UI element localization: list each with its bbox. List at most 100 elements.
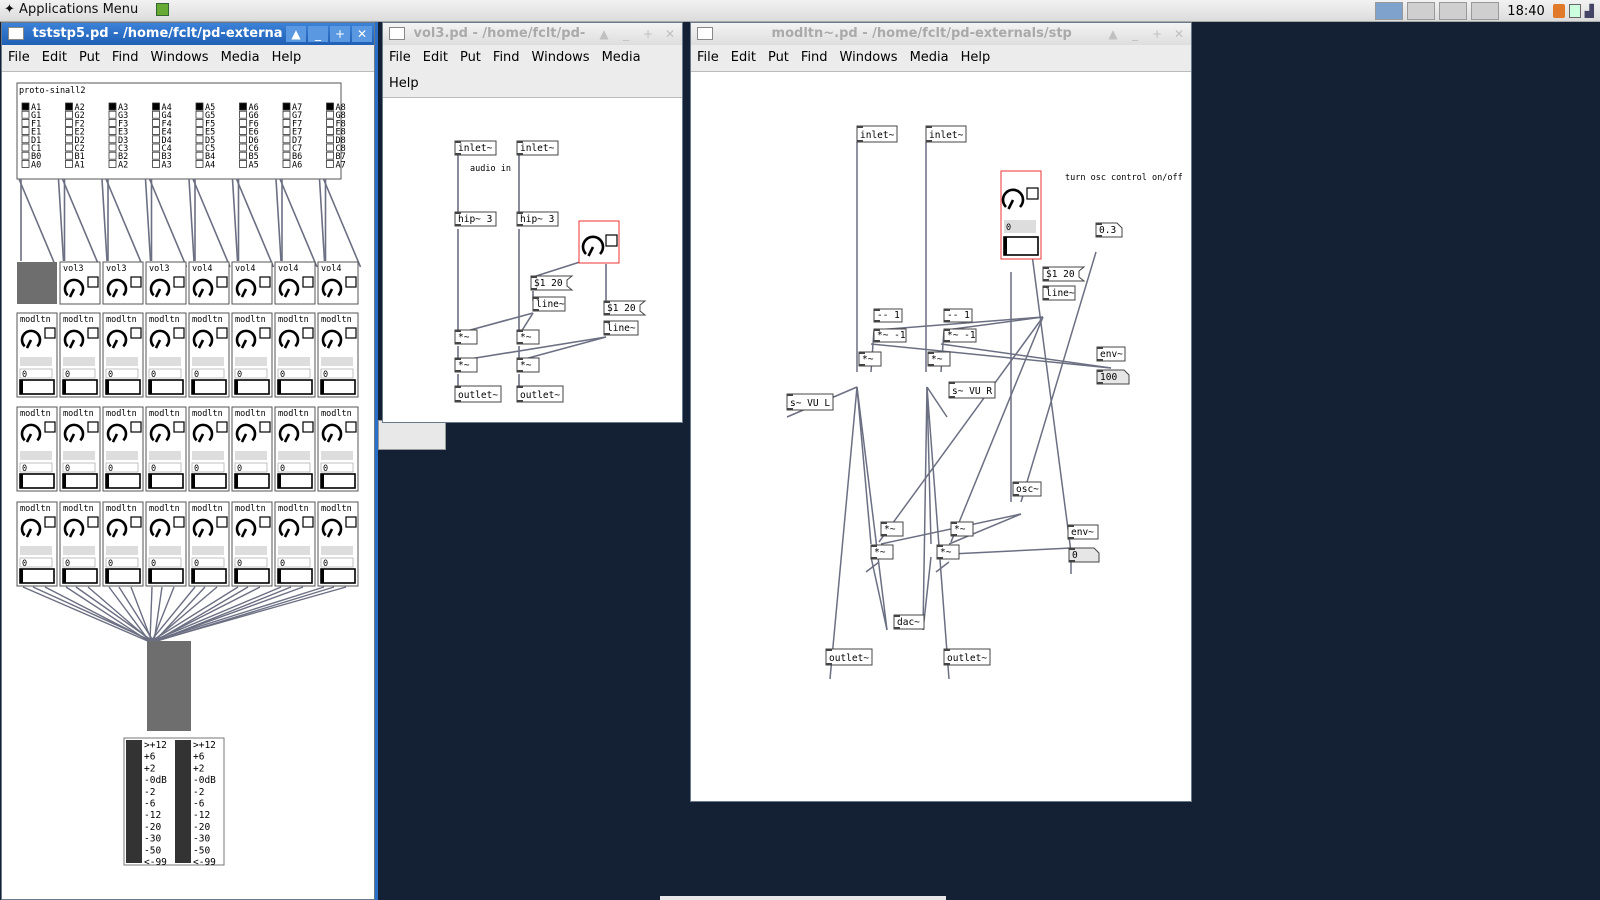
applications-menu[interactable]: ✦ Applications Menu <box>4 2 170 17</box>
vol-abstraction[interactable]: vol4 <box>317 261 359 305</box>
modltn-abstraction[interactable]: modltn 0 <box>16 406 58 492</box>
modltn-abstraction[interactable]: modltn 0 <box>317 406 359 492</box>
menu-windows[interactable]: Windows <box>145 45 215 71</box>
menu-help[interactable]: Help <box>266 45 308 71</box>
maximize-button[interactable]: + <box>638 26 658 42</box>
modltn-abstraction[interactable]: modltn 0 <box>59 312 101 398</box>
workspace-4[interactable] <box>1471 2 1500 20</box>
menu-file[interactable]: File <box>2 45 36 71</box>
menu-find[interactable]: Find <box>795 45 834 71</box>
mul-e[interactable]: *~ <box>870 544 894 560</box>
menu-help[interactable]: Help <box>383 71 425 97</box>
msg-a[interactable]: $1 20 <box>530 275 574 291</box>
send-vu-left[interactable]: s~ VU L <box>786 393 834 411</box>
vol-abstraction[interactable]: vol3 <box>145 261 187 305</box>
mul-neg1-left[interactable]: *~ -1 <box>873 328 907 343</box>
env-2[interactable]: env~ <box>1067 524 1099 540</box>
title-bar[interactable]: tststp5.pd - /home/fclt/pd-externa ▲ _ +… <box>2 23 374 45</box>
volume-knob-gui[interactable] <box>578 220 620 264</box>
modltn-abstraction[interactable]: modltn 0 <box>188 406 230 492</box>
modltn-abstraction[interactable]: modltn 0 <box>145 312 187 398</box>
menu-media[interactable]: Media <box>596 45 647 71</box>
outlet-right[interactable]: outlet~ <box>516 385 564 403</box>
minimize-button[interactable]: _ <box>616 26 636 42</box>
network-icon[interactable]: ▟ <box>1585 4 1594 18</box>
env-1[interactable]: env~ <box>1096 346 1126 362</box>
modltn-abstraction[interactable]: modltn 0 <box>188 312 230 398</box>
menu-media[interactable]: Media <box>215 45 266 71</box>
modltn-abstraction[interactable]: modltn 0 <box>16 501 58 587</box>
modltn-abstraction[interactable]: modltn 0 <box>231 501 273 587</box>
outlet-left[interactable]: outlet~ <box>825 648 873 666</box>
mul-b[interactable]: *~ <box>927 351 951 367</box>
mul-left-2[interactable]: *~ <box>454 357 478 373</box>
maximize-button[interactable]: + <box>330 26 350 42</box>
vol-abstraction[interactable]: vol3 <box>59 261 101 305</box>
dac[interactable]: dac~ <box>893 614 925 630</box>
msg-ramp[interactable]: $1 20 <box>1042 266 1086 282</box>
menu-put[interactable]: Put <box>73 45 106 71</box>
menu-windows[interactable]: Windows <box>834 45 904 71</box>
patch-canvas[interactable]: inlet~ inlet~ turn osc control on/off 0 0.3 $… <box>691 72 1191 801</box>
line-a[interactable]: line~ <box>532 296 566 312</box>
modltn-abstraction[interactable]: modltn 0 <box>274 312 316 398</box>
close-button[interactable]: ✕ <box>352 26 372 42</box>
proto-sinall2-gui[interactable]: proto-sinall2A1G1F1E1D1C1B0A0A2G2F2E2D2C… <box>16 82 346 180</box>
menu-file[interactable]: File <box>691 45 725 71</box>
patch-canvas[interactable]: inlet~ inlet~ audio in hip~ 3 hip~ 3 $1 20 lin… <box>383 101 682 422</box>
vol-abstraction[interactable]: vol4 <box>231 261 273 305</box>
hip-left[interactable]: hip~ 3 <box>454 211 497 227</box>
vol-abstraction[interactable]: vol4 <box>188 261 230 305</box>
shade-button[interactable]: ▲ <box>286 26 306 42</box>
modltn-abstraction[interactable]: modltn 0 <box>102 406 144 492</box>
mul-d[interactable]: *~ <box>950 521 974 537</box>
modltn-abstraction[interactable]: modltn 0 <box>145 501 187 587</box>
inlet-left[interactable]: inlet~ <box>856 125 898 143</box>
shade-button[interactable]: ▲ <box>1103 26 1123 42</box>
title-bar[interactable]: modltn~.pd - /home/fclt/pd-externals/stp… <box>691 23 1191 45</box>
outlet-left[interactable]: outlet~ <box>454 385 502 403</box>
menu-file[interactable]: File <box>383 45 417 71</box>
mul-a[interactable]: *~ <box>858 351 882 367</box>
menu-edit[interactable]: Edit <box>725 45 762 71</box>
notification-icon[interactable] <box>1552 4 1565 18</box>
modltn-abstraction[interactable]: modltn 0 <box>274 501 316 587</box>
minimize-button[interactable]: _ <box>308 26 328 42</box>
menu-help[interactable]: Help <box>955 45 997 71</box>
inlet-left[interactable]: inlet~ <box>454 140 497 156</box>
modltn-abstraction[interactable]: modltn 0 <box>102 312 144 398</box>
modltn-abstraction[interactable]: modltn 0 <box>16 312 58 398</box>
vol-abstraction[interactable]: vol4 <box>274 261 316 305</box>
menu-windows[interactable]: Windows <box>526 45 596 71</box>
shade-button[interactable]: ▲ <box>594 26 614 42</box>
close-button[interactable]: ✕ <box>660 26 680 42</box>
close-button[interactable]: ✕ <box>1169 26 1189 42</box>
mul-right-1[interactable]: *~ <box>516 329 540 345</box>
osc-control-gui[interactable]: 0 <box>1000 170 1042 260</box>
modltn-abstraction[interactable]: modltn 0 <box>102 501 144 587</box>
mul-right-2[interactable]: *~ <box>516 357 540 373</box>
modltn-abstraction[interactable]: modltn 0 <box>59 406 101 492</box>
inlet-right[interactable]: inlet~ <box>925 125 967 143</box>
hip-right[interactable]: hip~ 3 <box>516 211 559 227</box>
modltn-abstraction[interactable]: modltn 0 <box>274 406 316 492</box>
patch-canvas[interactable]: proto-sinall2 A1 G1 F1 E1 D1 C1 B0 A0 A2 G2 F2 E2 D2 C… <box>2 72 374 899</box>
osc[interactable]: osc~ <box>1012 481 1042 497</box>
send-vu-right[interactable]: s~ VU R <box>948 381 996 399</box>
modltn-abstraction[interactable]: modltn 0 <box>317 312 359 398</box>
modltn-abstraction[interactable]: modltn 0 <box>145 406 187 492</box>
line-main[interactable]: line~ <box>1042 285 1076 301</box>
modltn-abstraction[interactable]: modltn 0 <box>231 312 273 398</box>
number-0[interactable]: 0 <box>1068 547 1100 563</box>
minus-1-left[interactable]: -- 1 <box>873 308 903 323</box>
outlet-right[interactable]: outlet~ <box>943 648 991 666</box>
line-b[interactable]: line~ <box>603 320 639 336</box>
modltn-abstraction[interactable]: modltn 0 <box>59 501 101 587</box>
menu-put[interactable]: Put <box>762 45 795 71</box>
mul-f[interactable]: *~ <box>936 544 960 560</box>
mul-c[interactable]: *~ <box>880 521 904 537</box>
number-0-3[interactable]: 0.3 <box>1095 222 1123 238</box>
menu-edit[interactable]: Edit <box>36 45 73 71</box>
menu-media[interactable]: Media <box>904 45 955 71</box>
workspace-3[interactable] <box>1439 2 1468 20</box>
